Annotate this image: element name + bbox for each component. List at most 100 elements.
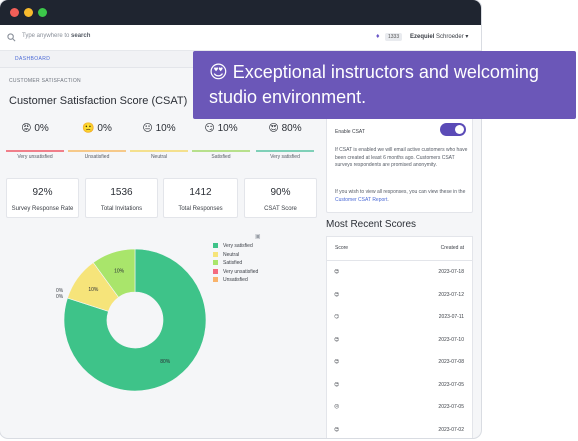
stat-value: 90% (270, 187, 291, 198)
stat-label: CSAT Score (264, 206, 297, 212)
created-date: 2023-07-02 (438, 426, 464, 433)
score-value: 😍 80% (256, 123, 314, 134)
legend-swatch (213, 277, 218, 282)
user-last-name: Schroeder (436, 34, 464, 40)
score-percent: 0% (97, 123, 112, 134)
search-input[interactable]: Type anywhere to search (22, 33, 90, 39)
score-label: Very satisfied (270, 154, 300, 160)
score-label: Neutral (150, 154, 168, 160)
smirking-face-icon: 😏 (204, 123, 215, 134)
col-created-at: Created at (440, 245, 464, 251)
search-hint: Type anywhere to (22, 33, 72, 39)
camera-icon[interactable]: ▣ (255, 233, 261, 240)
score-emoji-icon: 😍 (334, 269, 340, 275)
legend-item[interactable]: Unsatisfied (213, 277, 258, 286)
search-icon[interactable] (7, 33, 16, 42)
legend-label: Very satisfied (223, 243, 253, 249)
pie-data-label: 80% (160, 359, 171, 365)
score-value: 😡 0% (6, 123, 64, 134)
tab-dashboard[interactable]: DASHBOARD (15, 56, 50, 62)
search-hint-bold: search (71, 33, 91, 39)
title-bar (0, 0, 481, 25)
score-label: Satisfied (211, 154, 231, 160)
csat-donut-chart: 80% 10% 10% (63, 248, 207, 392)
score-emoji-icon: 😐 (334, 404, 340, 410)
chevron-down-icon: ▾ (465, 34, 469, 40)
col-score: Score (335, 245, 349, 251)
score-emoji-icon: 😍 (334, 381, 340, 388)
user-menu[interactable]: Ezequiel Schroeder ▾ (410, 33, 468, 40)
score-percent: 10% (217, 123, 238, 134)
created-date: 2023-07-18 (438, 269, 464, 275)
user-first-name: Ezequiel (410, 34, 435, 40)
created-date: 2023-07-05 (438, 404, 464, 410)
customer-csat-report-link[interactable]: Customer CSAT Report (335, 197, 387, 203)
score-satisfied: 😏 10% Satisfied (192, 120, 250, 162)
bell-icon[interactable]: ♦ (376, 33, 380, 40)
heart-eyes-face-icon: 😍 (268, 123, 279, 134)
maximize-window-button[interactable] (38, 8, 47, 17)
score-bar (68, 150, 126, 152)
score-value: 😏 10% (192, 123, 250, 134)
legend-item[interactable]: Satisfied (213, 260, 258, 269)
score-bar (6, 150, 64, 152)
legend-label: Very unsatisfied (223, 268, 259, 275)
legend-item[interactable]: Very unsatisfied (213, 268, 259, 278)
angry-face-icon: 😡 (21, 123, 32, 134)
table-row: 😍 2023-07-05 (327, 374, 472, 396)
table-row: 😍 2023-07-08 (327, 351, 472, 373)
created-date: 2023-07-05 (438, 381, 464, 388)
score-value: 😐 10% (130, 123, 188, 134)
legend-item[interactable]: Very satisfied (213, 243, 258, 252)
page-title: Customer Satisfaction Score (CSAT) (9, 95, 188, 107)
table-row: 😍 2023-07-02 (327, 419, 472, 439)
frowning-face-icon: 🙁 (82, 123, 95, 134)
score-emoji-icon: 😍 (334, 426, 340, 433)
stat-value: 1412 (189, 187, 212, 198)
score-percent: 80% (281, 123, 302, 134)
enable-csat-toggle[interactable] (440, 123, 466, 136)
csat-description: If CSAT is enabled we will email active … (335, 147, 468, 168)
legend-swatch (213, 251, 218, 257)
stat-card-invitations: 1536 Total Invitations (85, 178, 158, 218)
table-row: 😍 2023-07-18 (327, 261, 472, 283)
close-window-button[interactable] (10, 8, 19, 17)
score-emoji-icon: 😏 (334, 314, 340, 320)
table-row: 😐 2023-07-05 (327, 396, 472, 418)
score-breakdown: 😡 0% Very unsatisfied 🙁 0% Unsatisfied 😐… (6, 120, 318, 162)
table-row: 😍 2023-07-10 (327, 329, 472, 351)
neutral-face-icon: 😐 (142, 123, 153, 134)
legend-swatch (213, 268, 218, 274)
stat-value: 1536 (110, 187, 133, 198)
legend-swatch (213, 260, 218, 265)
report-note-end: . (387, 196, 389, 203)
notification-badge[interactable]: 1333 (385, 33, 403, 41)
score-label: Very unsatisfied (17, 154, 53, 160)
created-date: 2023-07-10 (438, 336, 464, 343)
legend-swatch (213, 243, 218, 248)
score-unsatisfied: 🙁 0% Unsatisfied (68, 120, 126, 162)
score-emoji-icon: 😍 (334, 336, 340, 343)
section-label: CUSTOMER SATISFACTION (9, 78, 81, 84)
recent-scores-title: Most Recent Scores (326, 219, 417, 230)
table-row: 😍 2023-07-12 (327, 284, 472, 306)
stat-label: Survey Response Rate (11, 206, 74, 212)
score-very-unsatisfied: 😡 0% Very unsatisfied (6, 120, 64, 162)
created-date: 2023-07-12 (438, 291, 464, 298)
enable-csat-label: Enable CSAT (335, 129, 365, 135)
toggle-knob (455, 125, 464, 134)
score-bar (192, 150, 250, 152)
table-header: Score Created at (327, 237, 472, 261)
csat-settings-card: Enable CSAT If CSAT is enabled we will e… (326, 106, 473, 213)
score-emoji-icon: 😍 (334, 359, 340, 365)
pie-data-label: 10% (88, 287, 99, 293)
created-date: 2023-07-08 (438, 359, 464, 365)
minimize-window-button[interactable] (24, 8, 33, 17)
stat-card-csat-score: 90% CSAT Score (244, 178, 317, 218)
legend-item[interactable]: Neutral (213, 251, 258, 261)
chart-legend: Very satisfied Neutral Satisfied Very unsat… (213, 243, 258, 286)
score-very-satisfied: 😍 80% Very satisfied (256, 120, 314, 162)
testimonial-banner: 😍 Exceptional instructors and welcoming … (193, 51, 576, 119)
legend-label: Unsatisfied (223, 277, 248, 283)
recent-scores-table: Score Created at 😍 2023-07-18 😍 2023-07-12 😏… (326, 236, 473, 438)
